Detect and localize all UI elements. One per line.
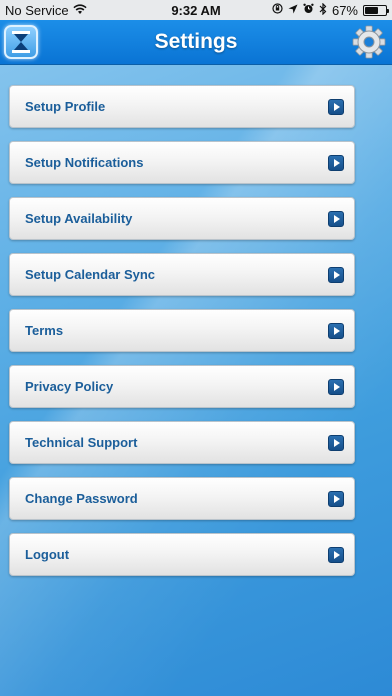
menu-item-logout[interactable]: Logout xyxy=(9,533,355,576)
chevron-right-icon[interactable] xyxy=(328,547,344,563)
chevron-right-icon[interactable] xyxy=(328,155,344,171)
chevron-right-icon[interactable] xyxy=(328,267,344,283)
battery-level xyxy=(365,6,379,14)
status-left: No Service xyxy=(5,3,145,18)
menu-item-label: Setup Notifications xyxy=(25,155,144,170)
bluetooth-icon xyxy=(319,2,327,18)
wifi-icon xyxy=(72,3,87,18)
menu-item-privacy-policy[interactable]: Privacy Policy xyxy=(9,365,355,408)
alarm-icon xyxy=(303,3,314,17)
menu-item-label: Privacy Policy xyxy=(25,379,114,394)
menu-item-label: Technical Support xyxy=(25,435,138,450)
gear-icon[interactable] xyxy=(350,23,388,61)
chevron-right-icon[interactable] xyxy=(328,491,344,507)
page-title: Settings xyxy=(154,30,238,53)
chevron-right-icon[interactable] xyxy=(328,379,344,395)
battery-icon xyxy=(363,4,389,16)
carrier-label: No Service xyxy=(5,2,69,18)
settings-menu: Setup Profile Setup Notifications Setup … xyxy=(9,85,355,589)
menu-item-terms[interactable]: Terms xyxy=(9,309,355,352)
status-bar: No Service 9:32 AM 67% xyxy=(0,0,392,20)
hourglass-icon[interactable] xyxy=(4,25,38,59)
orientation-lock-icon xyxy=(272,3,283,17)
location-icon xyxy=(288,4,298,17)
status-time: 9:32 AM xyxy=(171,2,221,18)
menu-item-label: Terms xyxy=(25,323,64,338)
menu-item-setup-availability[interactable]: Setup Availability xyxy=(9,197,355,240)
menu-item-technical-support[interactable]: Technical Support xyxy=(9,421,355,464)
menu-item-label: Logout xyxy=(25,547,70,562)
status-right: 67% xyxy=(247,2,389,18)
menu-item-label: Change Password xyxy=(25,491,138,506)
menu-item-setup-calendar-sync[interactable]: Setup Calendar Sync xyxy=(9,253,355,296)
menu-item-label: Setup Profile xyxy=(25,99,106,114)
menu-item-change-password[interactable]: Change Password xyxy=(9,477,355,520)
menu-item-setup-notifications[interactable]: Setup Notifications xyxy=(9,141,355,184)
menu-item-label: Setup Availability xyxy=(25,211,133,226)
navigation-bar: Settings xyxy=(0,20,392,65)
menu-item-setup-profile[interactable]: Setup Profile xyxy=(9,85,355,128)
battery-percent: 67% xyxy=(331,2,358,18)
chevron-right-icon[interactable] xyxy=(328,323,344,339)
chevron-right-icon[interactable] xyxy=(328,435,344,451)
chevron-right-icon[interactable] xyxy=(328,99,344,115)
menu-item-label: Setup Calendar Sync xyxy=(25,267,156,282)
chevron-right-icon[interactable] xyxy=(328,211,344,227)
